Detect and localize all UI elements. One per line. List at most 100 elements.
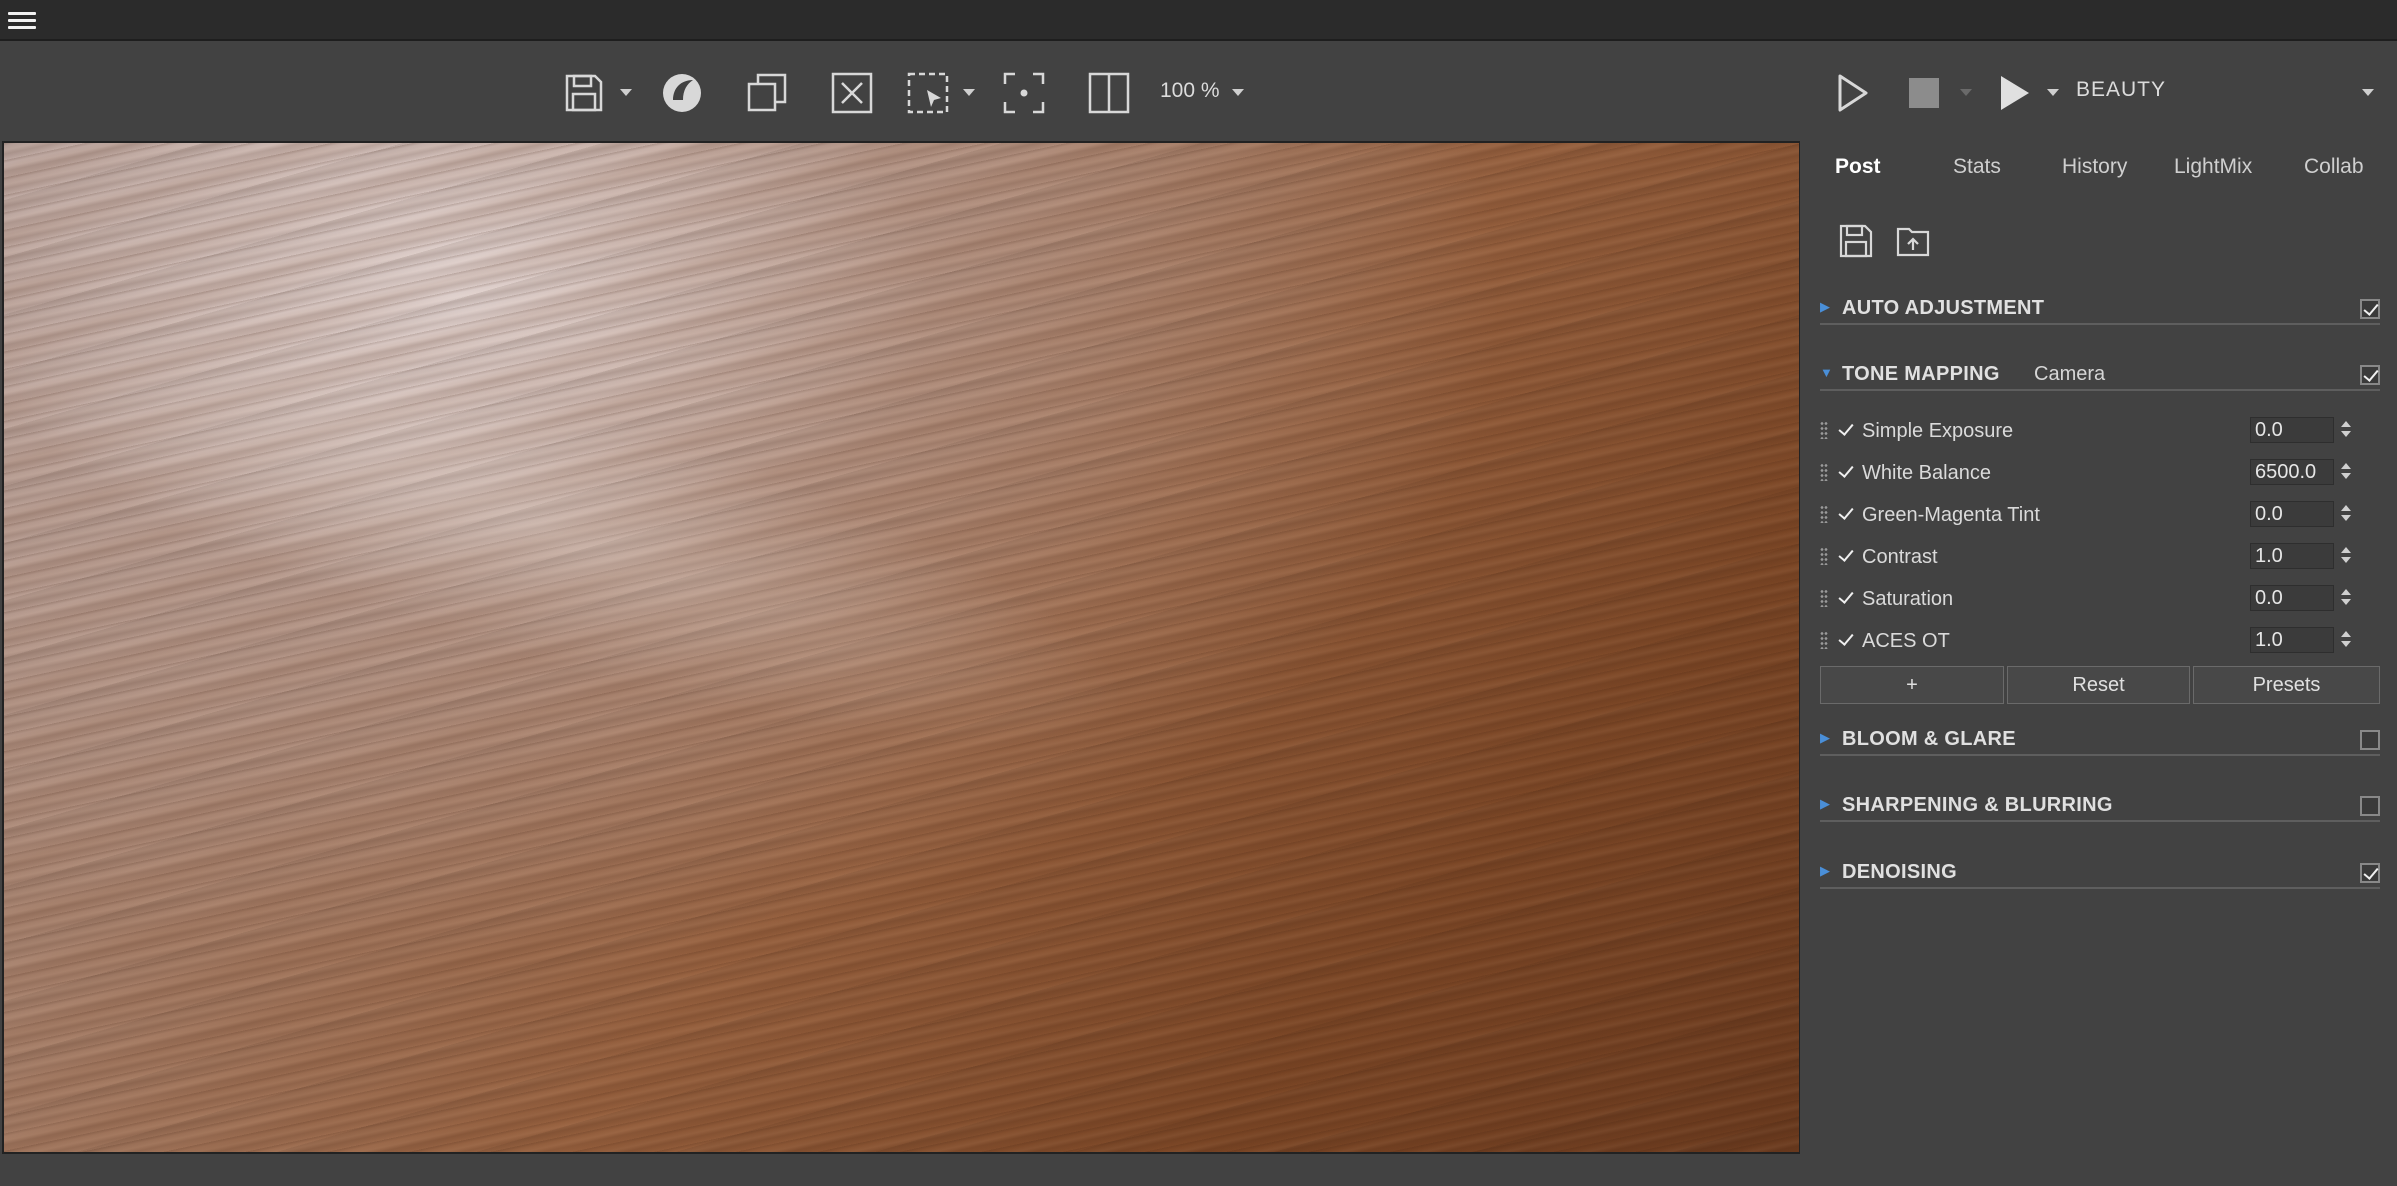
- lens-effects-icon[interactable]: [656, 67, 708, 119]
- compare-ab-icon[interactable]: [1083, 67, 1135, 119]
- stop-dropdown-icon[interactable]: [1960, 89, 1972, 96]
- tab-stats[interactable]: Stats: [1953, 155, 2001, 179]
- tone-mapping-mode[interactable]: Camera: [2034, 363, 2105, 386]
- spinner-buttons[interactable]: [2338, 417, 2354, 443]
- layer-label[interactable]: Contrast: [1862, 546, 1938, 569]
- tab-lightmix[interactable]: LightMix: [2174, 155, 2252, 179]
- spinner-buttons[interactable]: [2338, 627, 2354, 653]
- reset-button[interactable]: Reset: [2007, 666, 2190, 704]
- tone-mapping-checkbox[interactable]: [2360, 365, 2380, 385]
- zoom-dropdown-icon[interactable]: [1232, 89, 1244, 96]
- layer-checkbox[interactable]: [1836, 420, 1856, 440]
- spin-up-icon[interactable]: [2341, 463, 2351, 469]
- drag-handle-icon[interactable]: [1820, 505, 1828, 523]
- layer-checkbox[interactable]: [1836, 588, 1856, 608]
- layer-value-input[interactable]: 1.0: [2250, 543, 2334, 569]
- layer-value-input[interactable]: 0.0: [2250, 501, 2334, 527]
- expand-arrow-icon[interactable]: ▶: [1820, 863, 1830, 879]
- spin-up-icon[interactable]: [2341, 547, 2351, 553]
- region-render-icon[interactable]: [902, 67, 954, 119]
- layer-row-simple-exposure: Simple Exposure 0.0: [1820, 414, 2380, 450]
- spin-down-icon[interactable]: [2341, 431, 2351, 437]
- layer-row-saturation: Saturation 0.0: [1820, 582, 2380, 618]
- clear-image-icon[interactable]: [826, 67, 878, 119]
- expand-arrow-icon[interactable]: ▶: [1820, 299, 1830, 315]
- save-dropdown-icon[interactable]: [620, 89, 632, 96]
- load-layer-tree-icon[interactable]: [1894, 221, 1934, 261]
- drag-handle-icon[interactable]: [1820, 589, 1828, 607]
- spin-up-icon[interactable]: [2341, 421, 2351, 427]
- render-dropdown-icon[interactable]: [2047, 89, 2059, 96]
- layer-checkbox[interactable]: [1836, 546, 1856, 566]
- layer-checkbox[interactable]: [1836, 462, 1856, 482]
- render-icon[interactable]: [1988, 67, 2040, 119]
- section-sharpening-blurring: ▶ SHARPENING & BLURRING: [1820, 790, 2380, 822]
- layer-label[interactable]: Simple Exposure: [1862, 420, 2013, 443]
- layer-label[interactable]: White Balance: [1862, 462, 1991, 485]
- hamburger-menu-icon[interactable]: [8, 8, 36, 30]
- render-viewport[interactable]: [2, 141, 1801, 1154]
- zoom-level[interactable]: 100 %: [1160, 79, 1220, 103]
- drag-handle-icon[interactable]: [1820, 421, 1828, 439]
- layer-value-input[interactable]: 0.0: [2250, 417, 2334, 443]
- layer-value-input[interactable]: 6500.0: [2250, 459, 2334, 485]
- follow-mouse-icon[interactable]: [998, 67, 1050, 119]
- spinner-buttons[interactable]: [2338, 543, 2354, 569]
- layer-row-contrast: Contrast 1.0: [1820, 540, 2380, 576]
- spinner-buttons[interactable]: [2338, 501, 2354, 527]
- render-image: [4, 209, 1217, 857]
- denoising-checkbox[interactable]: [2360, 863, 2380, 883]
- section-title[interactable]: TONE MAPPING: [1842, 363, 2000, 386]
- tab-post[interactable]: Post: [1835, 155, 1881, 179]
- sharpening-checkbox[interactable]: [2360, 796, 2380, 816]
- presets-button[interactable]: Presets: [2193, 666, 2380, 704]
- tab-history[interactable]: History: [2062, 155, 2127, 179]
- layer-checkbox[interactable]: [1836, 504, 1856, 524]
- layer-value-input[interactable]: 0.0: [2250, 585, 2334, 611]
- spin-down-icon[interactable]: [2341, 473, 2351, 479]
- clone-icon[interactable]: [741, 67, 793, 119]
- stop-render-icon[interactable]: [1898, 67, 1950, 119]
- spin-up-icon[interactable]: [2341, 589, 2351, 595]
- tab-collab[interactable]: Collab: [2304, 155, 2364, 179]
- save-layer-tree-icon[interactable]: [1836, 221, 1876, 261]
- drag-handle-icon[interactable]: [1820, 547, 1828, 565]
- spin-down-icon[interactable]: [2341, 515, 2351, 521]
- auto-adjustment-checkbox[interactable]: [2360, 299, 2380, 319]
- spin-up-icon[interactable]: [2341, 631, 2351, 637]
- render-element-select[interactable]: BEAUTY: [2076, 78, 2166, 102]
- save-icon[interactable]: [558, 67, 610, 119]
- layer-label[interactable]: Green-Magenta Tint: [1862, 504, 2040, 527]
- spin-down-icon[interactable]: [2341, 557, 2351, 563]
- zoom-value: 100 %: [1160, 79, 1220, 102]
- spinner-buttons[interactable]: [2338, 585, 2354, 611]
- section-auto-adjustment: ▶ AUTO ADJUSTMENT: [1820, 293, 2380, 325]
- title-bar: [0, 0, 2397, 41]
- bloom-glare-checkbox[interactable]: [2360, 730, 2380, 750]
- section-title[interactable]: SHARPENING & BLURRING: [1842, 794, 2113, 817]
- drag-handle-icon[interactable]: [1820, 463, 1828, 481]
- layer-button-bar: + Reset Presets: [1820, 666, 2380, 706]
- section-title[interactable]: BLOOM & GLARE: [1842, 728, 2016, 751]
- layer-row-white-balance: White Balance 6500.0: [1820, 456, 2380, 492]
- drag-handle-icon[interactable]: [1820, 631, 1828, 649]
- spin-down-icon[interactable]: [2341, 641, 2351, 647]
- interactive-render-icon[interactable]: [1825, 67, 1877, 119]
- layer-label[interactable]: Saturation: [1862, 588, 1953, 611]
- expand-arrow-icon[interactable]: ▶: [1820, 730, 1830, 746]
- spinner-buttons[interactable]: [2338, 459, 2354, 485]
- section-title[interactable]: AUTO ADJUSTMENT: [1842, 297, 2044, 320]
- region-dropdown-icon[interactable]: [963, 89, 975, 96]
- spin-up-icon[interactable]: [2341, 505, 2351, 511]
- layer-value-input[interactable]: 1.0: [2250, 627, 2334, 653]
- section-title[interactable]: DENOISING: [1842, 861, 1957, 884]
- layer-label[interactable]: ACES OT: [1862, 630, 1950, 653]
- add-layer-button[interactable]: +: [1820, 666, 2004, 704]
- collapse-arrow-icon[interactable]: ▼: [1820, 365, 1833, 380]
- render-element-dropdown-icon[interactable]: [2362, 89, 2374, 96]
- post-panel: Post Stats History LightMix Collab ▶ AUT…: [1800, 141, 2397, 1186]
- expand-arrow-icon[interactable]: ▶: [1820, 796, 1830, 812]
- status-bar: [0, 1154, 1800, 1186]
- layer-checkbox[interactable]: [1836, 630, 1856, 650]
- spin-down-icon[interactable]: [2341, 599, 2351, 605]
